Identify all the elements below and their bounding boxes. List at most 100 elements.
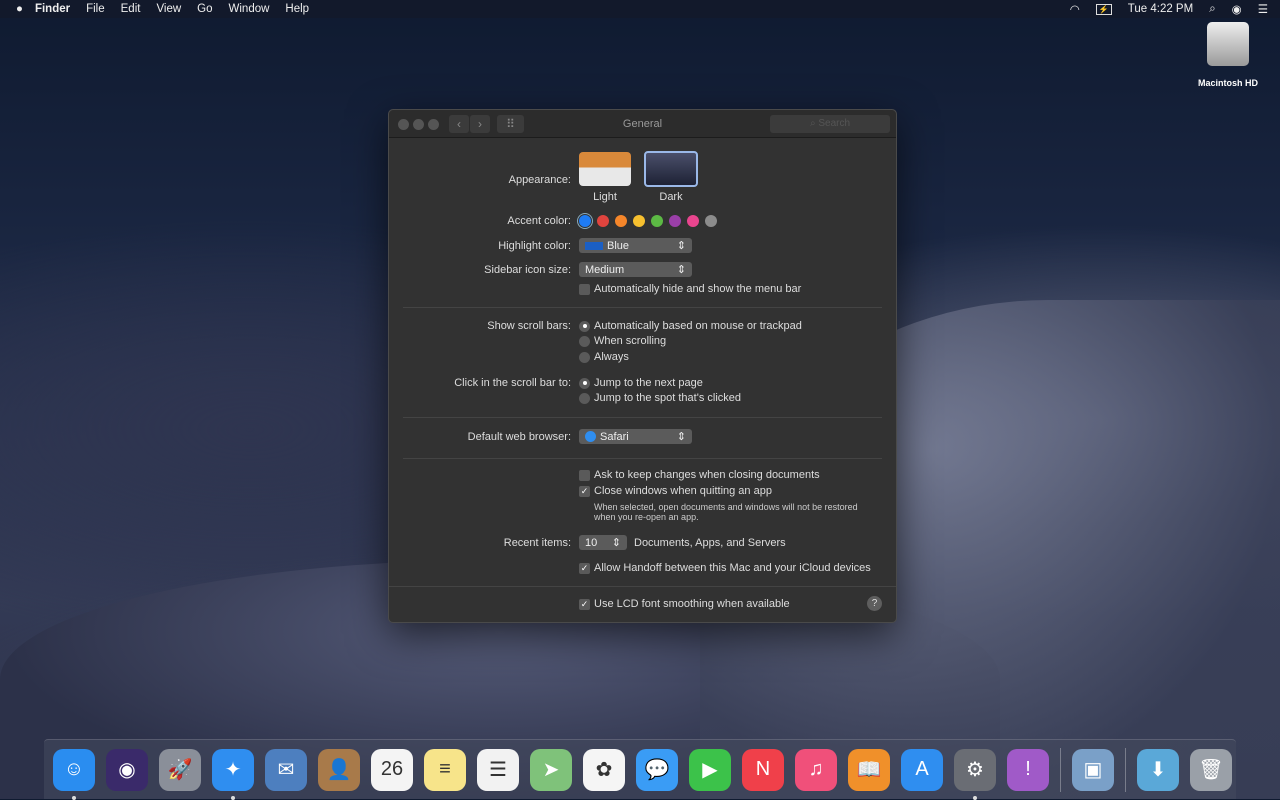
menu-view[interactable]: View (156, 3, 181, 15)
dock-calendar-icon[interactable]: 26 (371, 748, 413, 791)
checkbox-label: Close windows when quitting an app (594, 485, 772, 497)
dock-downloads-icon[interactable]: ⬇ (1137, 748, 1179, 791)
clock[interactable]: Tue 4:22 PM (1128, 3, 1193, 15)
dock-preview-icon[interactable]: ▣ (1072, 748, 1114, 791)
checkbox[interactable]: ✓ (579, 562, 590, 574)
checkbox-label: Allow Handoff between this Mac and your … (594, 562, 871, 574)
menu-bar: ● Finder File Edit View Go Window Help ◠… (0, 0, 1280, 18)
apple-menu-icon[interactable]: ● (16, 3, 23, 15)
radio[interactable] (579, 351, 590, 363)
dock-safari-icon[interactable]: ✦ (212, 748, 254, 800)
dock-trash-icon[interactable]: 🗑 (1190, 748, 1232, 791)
dock-finder-icon[interactable]: ☺ (53, 748, 95, 800)
dock-messages-icon[interactable]: 💬 (636, 748, 678, 791)
dock-feedback-assistant-icon[interactable]: ! (1007, 748, 1049, 791)
light-label: Light (593, 191, 617, 203)
checkbox[interactable] (579, 283, 590, 295)
appearance-label: Appearance: (508, 174, 571, 186)
dock-news-icon[interactable]: N (742, 748, 784, 791)
desktop-icon-macintosh-hd[interactable]: Macintosh HD (1196, 22, 1260, 88)
dock-contacts-icon[interactable]: 👤 (318, 748, 360, 791)
wifi-icon[interactable]: ◠ (1070, 2, 1080, 16)
recent-items-suffix: Documents, Apps, and Servers (634, 536, 786, 549)
scroll-auto-radio[interactable]: Automatically based on mouse or trackpad (579, 320, 802, 332)
sidebar-icon-size-popup[interactable]: Medium ⇕ (579, 262, 692, 277)
search-input[interactable]: ⌕ Search (770, 115, 890, 133)
dark-thumbnail (644, 151, 698, 187)
dock-separator (1060, 747, 1061, 792)
checkbox[interactable] (579, 469, 590, 481)
dock-facetime-icon[interactable]: ▶ (689, 748, 731, 791)
dock-reminders-icon[interactable]: ☰ (477, 748, 519, 791)
dock-system-preferences-icon[interactable]: ⚙ (954, 748, 996, 800)
dock-app-store-icon[interactable]: A (901, 748, 943, 791)
battery-icon[interactable]: ⚡ (1095, 3, 1112, 15)
default-browser-popup[interactable]: Safari ⇕ (579, 429, 692, 444)
recent-items-label: Recent items: (503, 537, 571, 549)
allow-handoff-checkbox[interactable]: ✓ Allow Handoff between this Mac and your… (579, 562, 871, 574)
browser-value: Safari (600, 430, 629, 443)
accent-color-swatch[interactable] (669, 215, 681, 227)
highlight-color-label: Highlight color: (498, 240, 571, 252)
close-windows-note: When selected, open documents and window… (594, 502, 858, 522)
dock-siri-icon[interactable]: ◉ (106, 748, 148, 791)
accent-color-swatch[interactable] (651, 215, 663, 227)
lcd-font-smoothing-checkbox[interactable]: ✓ Use LCD font smoothing when available (579, 598, 790, 610)
note-line: when you re-open an app. (594, 512, 699, 522)
default-browser-label: Default web browser: (467, 431, 571, 443)
dock-itunes-icon[interactable]: ♫ (795, 748, 837, 791)
checkbox-label: Ask to keep changes when closing documen… (594, 469, 820, 481)
scroll-when-scrolling-radio[interactable]: When scrolling (579, 335, 666, 347)
chevron-updown-icon: ⇕ (676, 240, 686, 252)
chevron-updown-icon: ⇕ (611, 537, 621, 549)
chevron-updown-icon: ⇕ (676, 264, 686, 276)
accent-color-swatch[interactable] (615, 215, 627, 227)
divider (403, 417, 882, 418)
dock-notes-icon[interactable]: ≡ (424, 748, 466, 791)
notification-center-icon[interactable]: ☰ (1258, 2, 1268, 16)
highlight-swatch (585, 241, 603, 250)
divider (403, 458, 882, 459)
accent-color-swatch[interactable] (705, 215, 717, 227)
menu-window[interactable]: Window (229, 3, 270, 15)
menu-app-finder[interactable]: Finder (35, 3, 70, 15)
siri-icon[interactable]: ◉ (1232, 2, 1242, 16)
highlight-color-popup[interactable]: Blue ⇕ (579, 238, 692, 253)
radio[interactable] (579, 335, 590, 347)
dock-launchpad-icon[interactable]: 🚀 (159, 748, 201, 791)
close-windows-checkbox[interactable]: ✓ Close windows when quitting an app (579, 485, 772, 497)
radio[interactable] (579, 392, 590, 404)
checkbox[interactable]: ✓ (579, 598, 590, 610)
dock-mail-icon[interactable]: ✉ (265, 748, 307, 791)
radio[interactable] (579, 320, 590, 332)
drive-label: Macintosh HD (1197, 78, 1258, 88)
jump-next-page-radio[interactable]: Jump to the next page (579, 377, 703, 389)
click-scroll-bar-label: Click in the scroll bar to: (454, 377, 571, 389)
menu-file[interactable]: File (86, 3, 105, 15)
spotlight-icon[interactable]: ⌕ (1209, 3, 1215, 16)
sidebar-size-value: Medium (585, 263, 625, 276)
accent-color-swatch[interactable] (633, 215, 645, 227)
recent-items-popup[interactable]: 10 ⇕ (579, 535, 627, 550)
ask-keep-changes-checkbox[interactable]: Ask to keep changes when closing documen… (579, 469, 820, 481)
appearance-dark-option[interactable]: Dark (644, 151, 698, 203)
sidebar-icon-size-label: Sidebar icon size: (484, 264, 571, 276)
accent-color-swatch[interactable] (597, 215, 609, 227)
help-button[interactable]: ? (867, 596, 882, 611)
highlight-value: Blue (607, 239, 630, 252)
appearance-light-option[interactable]: Light (579, 152, 631, 203)
radio[interactable] (579, 377, 590, 389)
auto-hide-menu-bar-checkbox[interactable]: Automatically hide and show the menu bar (579, 283, 801, 295)
jump-to-spot-radio[interactable]: Jump to the spot that's clicked (579, 392, 741, 404)
dock-maps-icon[interactable]: ➤ (530, 748, 572, 791)
menu-go[interactable]: Go (197, 3, 212, 15)
dock-books-icon[interactable]: 📖 (848, 748, 890, 791)
menu-edit[interactable]: Edit (121, 3, 141, 15)
accent-color-swatch[interactable] (579, 215, 591, 227)
checkbox[interactable]: ✓ (579, 485, 590, 497)
scroll-always-radio[interactable]: Always (579, 351, 629, 363)
menu-help[interactable]: Help (285, 3, 309, 15)
accent-color-swatch[interactable] (687, 215, 699, 227)
dock-photos-icon[interactable]: ✿ (583, 748, 625, 791)
accent-color-swatches (579, 215, 723, 227)
